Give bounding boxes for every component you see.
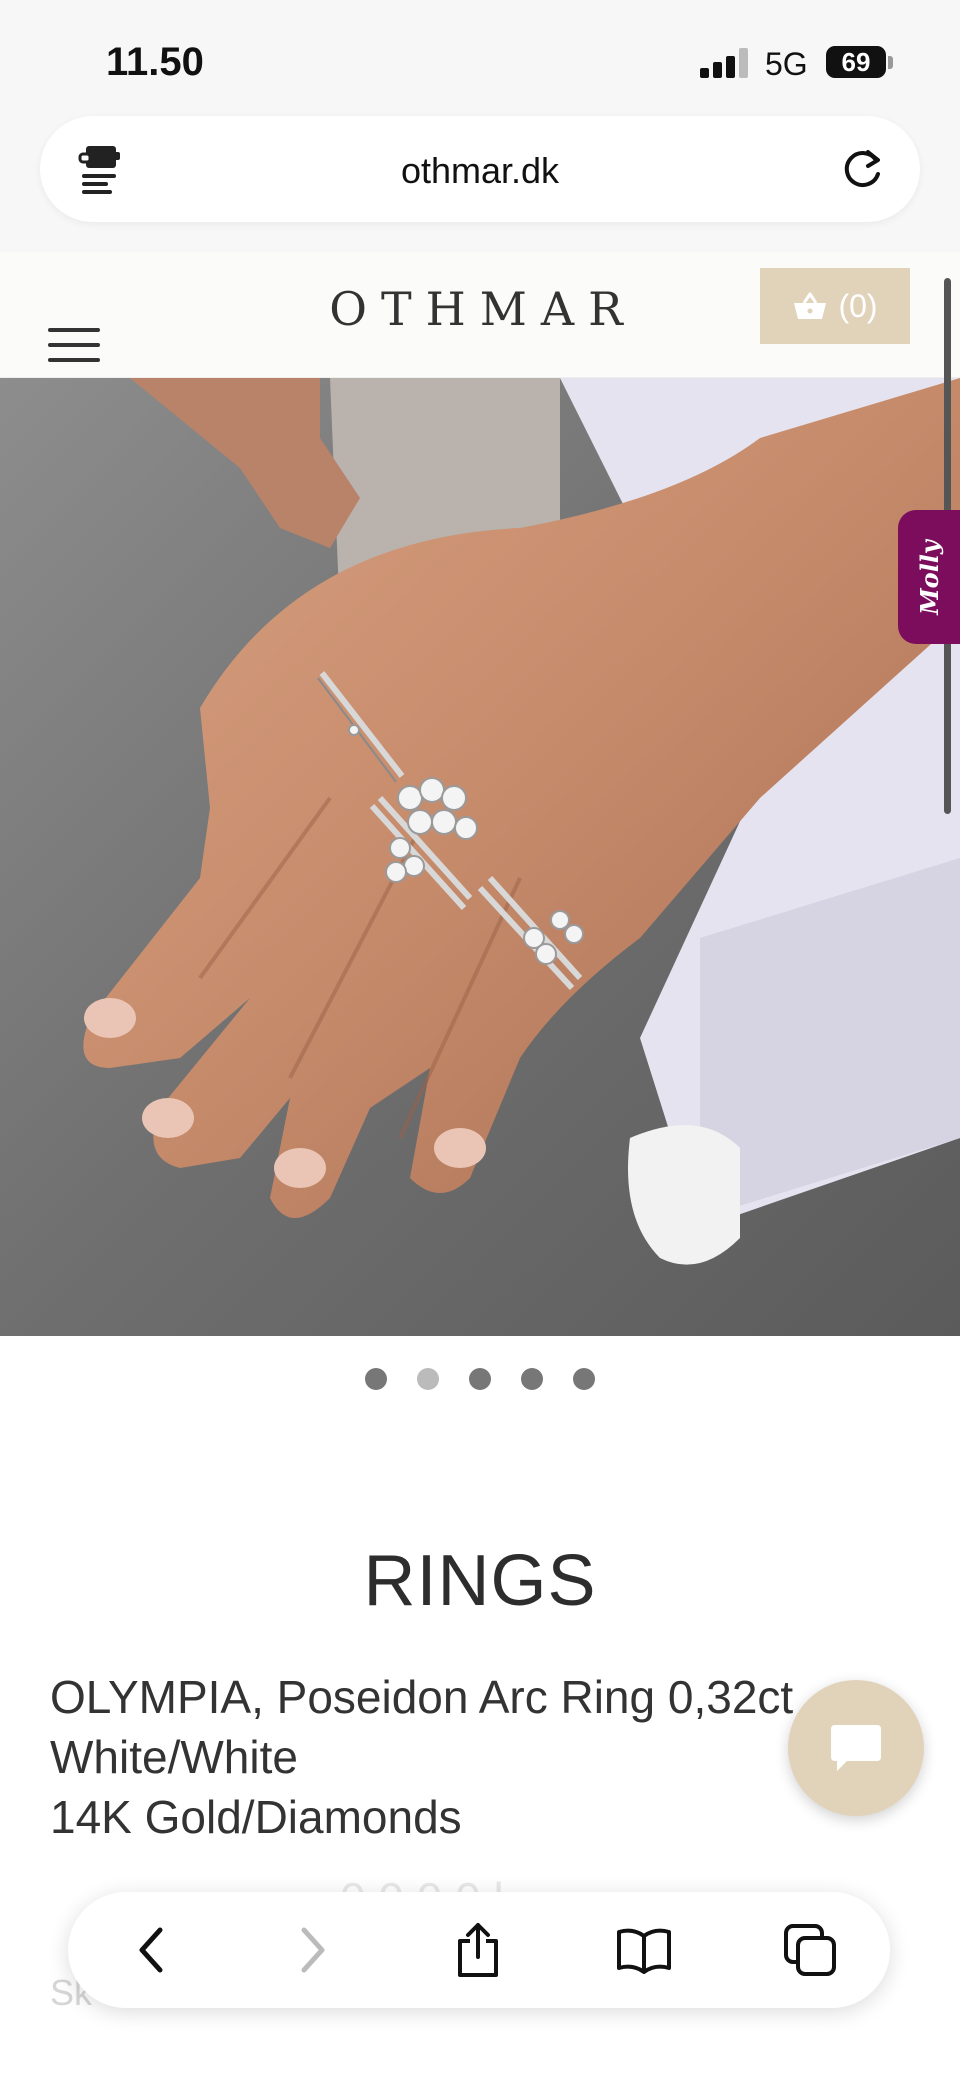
carousel-dot[interactable] — [469, 1368, 491, 1390]
browser-toolbar — [68, 1892, 890, 2008]
status-time: 11.50 — [106, 40, 204, 84]
cart-count: (0) — [838, 287, 878, 324]
cellular-signal-icon — [700, 48, 750, 78]
reload-icon[interactable] — [834, 142, 890, 198]
battery-icon: 69 — [826, 46, 886, 78]
carousel-dots — [0, 1368, 960, 1390]
bookmarks-button[interactable] — [614, 1920, 674, 1980]
network-type: 5G — [765, 46, 808, 82]
basket-icon — [794, 292, 827, 319]
hamburger-menu-icon[interactable] — [48, 328, 100, 368]
battery-tip — [888, 56, 893, 69]
share-button[interactable] — [448, 1920, 508, 1980]
status-bar: 11.50 5G 69 — [0, 0, 960, 112]
carousel-dot[interactable] — [573, 1368, 595, 1390]
site-logo[interactable]: OTHMAR — [328, 282, 638, 336]
category-title: RINGS — [363, 1541, 597, 1621]
forward-button[interactable] — [282, 1920, 342, 1980]
molly-label: Molly — [914, 539, 944, 615]
chat-bubble-icon — [831, 1725, 881, 1771]
product-material: 14K Gold/Diamonds — [50, 1791, 462, 1843]
tabs-icon — [784, 1924, 836, 1976]
product-variant: White/White — [50, 1731, 298, 1783]
chat-button[interactable] — [788, 1680, 924, 1816]
chevron-left-icon — [139, 1927, 163, 1973]
url-text: othmar.dk — [400, 150, 560, 191]
carousel-dot[interactable] — [521, 1368, 543, 1390]
share-icon — [458, 1923, 498, 1977]
cart-button[interactable]: (0) — [760, 268, 910, 344]
carousel-dot-active[interactable] — [417, 1368, 439, 1390]
carousel-dot[interactable] — [365, 1368, 387, 1390]
tabs-button[interactable] — [780, 1920, 840, 1980]
back-button[interactable] — [122, 1920, 182, 1980]
book-icon — [617, 1928, 671, 1974]
chevron-right-icon — [301, 1927, 325, 1973]
hand-with-rings-photo — [0, 378, 960, 1336]
product-hero-image[interactable] — [0, 378, 960, 1336]
product-name: OLYMPIA, Poseidon Arc Ring 0,32ct — [50, 1671, 794, 1723]
address-bar[interactable]: othmar.dk — [40, 116, 920, 222]
molly-widget-tab[interactable]: Molly — [898, 510, 960, 644]
